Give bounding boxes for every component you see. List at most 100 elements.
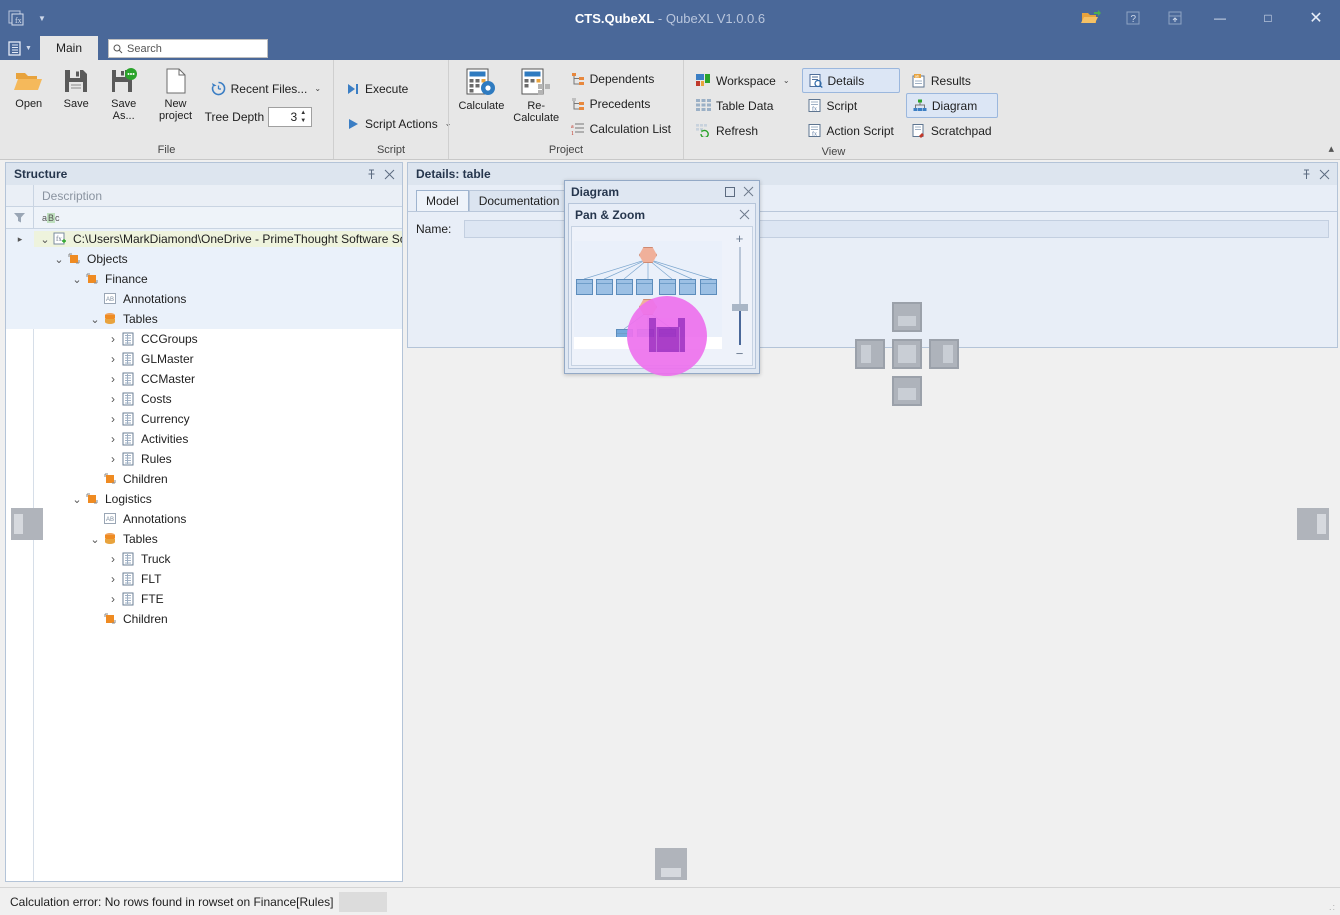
- resize-grip-icon[interactable]: .:: [1329, 902, 1336, 912]
- recent-files-button[interactable]: Recent Files... ⌄: [205, 76, 327, 101]
- chevron-right-icon[interactable]: ›: [106, 452, 120, 466]
- dock-edge-left[interactable]: [11, 508, 43, 540]
- maximize-button[interactable]: □: [1244, 0, 1292, 36]
- close-icon[interactable]: [739, 183, 757, 201]
- scratchpad-button[interactable]: Scratchpad: [906, 118, 998, 143]
- table-data-button[interactable]: Table Data: [690, 93, 796, 118]
- re-calculate-button[interactable]: Re-Calculate: [510, 62, 563, 124]
- save-button[interactable]: Save: [53, 62, 98, 110]
- chevron-right-icon[interactable]: ›: [106, 412, 120, 426]
- action-script-button[interactable]: fx Action Script: [802, 118, 900, 143]
- structure-filter-row[interactable]: aBc: [6, 207, 402, 229]
- dock-edge-right[interactable]: [1297, 508, 1329, 540]
- tree-item-costs[interactable]: ›Costs: [6, 389, 402, 409]
- row-gutter-expander-icon[interactable]: ▸: [6, 234, 34, 245]
- dock-edge-bottom[interactable]: [655, 848, 687, 880]
- execute-button[interactable]: Execute: [340, 76, 457, 101]
- tree-item-tables[interactable]: ⌄Tables: [6, 529, 402, 549]
- dock-guide-bottom[interactable]: [892, 376, 922, 406]
- diagram-button[interactable]: Diagram: [906, 93, 998, 118]
- open-project-icon[interactable]: [1070, 0, 1112, 36]
- quick-access-caret-icon[interactable]: ▼: [34, 0, 50, 36]
- tree-item-objects[interactable]: ⌄Objects: [6, 249, 402, 269]
- zoom-slider[interactable]: + −: [730, 233, 748, 359]
- dock-guide-center[interactable]: [892, 339, 922, 369]
- chevron-down-icon[interactable]: ⌄: [70, 273, 84, 286]
- dependents-button[interactable]: Dependents: [565, 66, 677, 91]
- structure-column-header-description: Description: [34, 189, 102, 203]
- chevron-right-icon[interactable]: ›: [106, 332, 120, 346]
- tree-item-c-users-markdiamond-onedrive[interactable]: ▸⌄fxC:\Users\MarkDiamond\OneDrive - Prim…: [6, 229, 402, 249]
- new-project-button[interactable]: New project: [148, 62, 202, 122]
- ribbon-collapse-icon[interactable]: ▴: [1328, 142, 1334, 155]
- tree-item-ccgroups[interactable]: ›CCGroups: [6, 329, 402, 349]
- tree-item-ccmaster[interactable]: ›CCMaster: [6, 369, 402, 389]
- view-column-3: ab Results Diagram: [906, 64, 998, 143]
- save-as-button[interactable]: Save As...: [101, 62, 146, 122]
- chevron-right-icon[interactable]: ›: [106, 552, 120, 566]
- pin-icon[interactable]: [362, 165, 380, 183]
- pin-icon[interactable]: [1297, 165, 1315, 183]
- calculation-list-button[interactable]: a 1 Calculation List: [565, 116, 677, 141]
- tree-item-rules[interactable]: ›Rules: [6, 449, 402, 469]
- tree-item-annotations[interactable]: ABAnnotations: [6, 289, 402, 309]
- close-icon[interactable]: [735, 206, 753, 224]
- open-button[interactable]: Open: [6, 62, 51, 110]
- close-icon[interactable]: [380, 165, 398, 183]
- tree-item-tables[interactable]: ⌄Tables: [6, 309, 402, 329]
- chevron-right-icon[interactable]: ›: [106, 372, 120, 386]
- tab-model[interactable]: Model: [416, 190, 469, 211]
- refresh-button[interactable]: Refresh: [690, 118, 796, 143]
- zoom-slider-thumb[interactable]: [732, 304, 748, 311]
- tree-depth-stepper[interactable]: 3 ▲▼: [268, 107, 312, 127]
- chevron-right-icon[interactable]: ›: [106, 432, 120, 446]
- layout-icon[interactable]: [1154, 0, 1196, 36]
- script-view-button[interactable]: fx Script: [802, 93, 900, 118]
- minimize-button[interactable]: —: [1196, 0, 1244, 36]
- chevron-down-icon[interactable]: ⌄: [52, 253, 66, 266]
- chevron-down-icon[interactable]: ⌄: [70, 493, 84, 506]
- chevron-right-icon[interactable]: ›: [106, 572, 120, 586]
- quick-access-toolbar[interactable]: ▼: [0, 36, 40, 60]
- search-input[interactable]: Search: [108, 39, 268, 58]
- precedents-button[interactable]: Precedents: [565, 91, 677, 116]
- zoom-slider-track[interactable]: [739, 247, 741, 345]
- tab-main[interactable]: Main: [40, 36, 98, 60]
- tab-documentation[interactable]: Documentation: [469, 190, 570, 211]
- tree-depth-spin-buttons[interactable]: ▲▼: [297, 108, 309, 126]
- maximize-icon[interactable]: [721, 183, 739, 201]
- calculate-button[interactable]: Calculate: [455, 62, 508, 112]
- close-button[interactable]: ✕: [1292, 0, 1340, 36]
- results-button[interactable]: ab Results: [906, 68, 998, 93]
- chevron-down-icon[interactable]: ⌄: [88, 313, 102, 326]
- chevron-down-icon[interactable]: ⌄: [88, 533, 102, 546]
- dock-guide-top[interactable]: [892, 302, 922, 332]
- tree-item-glmaster[interactable]: ›GLMaster: [6, 349, 402, 369]
- tree-item-fte[interactable]: ›FTE: [6, 589, 402, 609]
- tree-item-children[interactable]: Children: [6, 609, 402, 629]
- workspace-button[interactable]: Workspace ⌄: [690, 68, 796, 93]
- zoom-out-button[interactable]: −: [734, 348, 745, 359]
- chevron-right-icon[interactable]: ›: [106, 352, 120, 366]
- structure-tree[interactable]: ▸⌄fxC:\Users\MarkDiamond\OneDrive - Prim…: [6, 229, 402, 881]
- dock-guide-left[interactable]: [855, 339, 885, 369]
- tree-item-currency[interactable]: ›Currency: [6, 409, 402, 429]
- tree-item-annotations[interactable]: ABAnnotations: [6, 509, 402, 529]
- chevron-right-icon[interactable]: ›: [106, 592, 120, 606]
- tree-item-logistics[interactable]: ⌄Logistics: [6, 489, 402, 509]
- details-button[interactable]: Details: [802, 68, 900, 93]
- zoom-in-button[interactable]: +: [734, 233, 745, 244]
- script-actions-button[interactable]: Script Actions ⌄: [340, 111, 457, 136]
- chevron-down-icon[interactable]: ⌄: [38, 233, 52, 246]
- tree-item-children[interactable]: Children: [6, 469, 402, 489]
- close-icon[interactable]: [1315, 165, 1333, 183]
- tree-item-truck[interactable]: ›Truck: [6, 549, 402, 569]
- tree-item-activities[interactable]: ›Activities: [6, 429, 402, 449]
- tree-item-flt[interactable]: ›FLT: [6, 569, 402, 589]
- tree-item-finance[interactable]: ⌄Finance: [6, 269, 402, 289]
- chevron-right-icon[interactable]: ›: [106, 392, 120, 406]
- app-icon[interactable]: fx: [0, 0, 34, 36]
- diagram-window-header[interactable]: Diagram: [565, 181, 759, 202]
- dock-guide-right[interactable]: [929, 339, 959, 369]
- help-icon[interactable]: ?: [1112, 0, 1154, 36]
